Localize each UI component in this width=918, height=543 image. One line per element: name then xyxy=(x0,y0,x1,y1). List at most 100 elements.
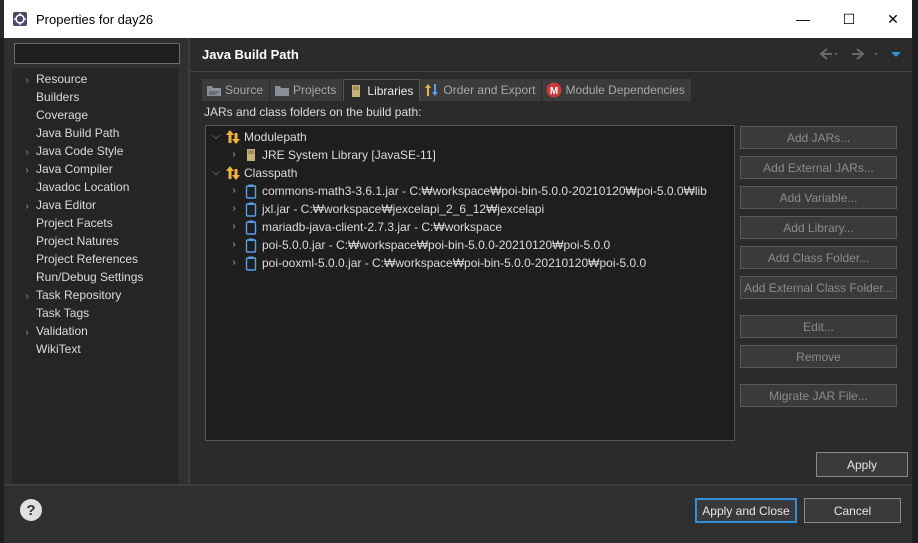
add-library-button[interactable]: Add Library... xyxy=(740,216,897,239)
nav-item[interactable]: Project Natures xyxy=(12,232,119,250)
chevron-right-icon[interactable]: › xyxy=(227,236,241,254)
tree-node-modulepath[interactable]: ⌵ Modulepath xyxy=(209,128,307,146)
add-class-folder-button[interactable]: Add Class Folder... xyxy=(740,246,897,269)
modulepath-icon xyxy=(225,129,241,145)
chevron-right-icon[interactable]: › xyxy=(227,218,241,236)
chevron-down-icon[interactable]: ⌵ xyxy=(209,164,223,182)
chevron-right-icon[interactable]: › xyxy=(227,254,241,272)
window-title: Properties for day26 xyxy=(36,11,154,27)
minimize-icon: — xyxy=(796,11,810,27)
tab-label: Projects xyxy=(293,83,337,97)
right-panel: Java Build Path Source Projects Librarie… xyxy=(190,38,912,484)
tab-libraries[interactable]: Libraries xyxy=(343,79,421,101)
help-icon[interactable]: ? xyxy=(20,499,42,521)
back-arrow-icon[interactable] xyxy=(812,46,838,65)
module-icon: M xyxy=(546,82,562,98)
nav-item-label: Task Repository xyxy=(36,288,122,302)
remove-button[interactable]: Remove xyxy=(740,345,897,368)
nav-item-label: Java Compiler xyxy=(36,162,113,176)
cancel-button[interactable]: Cancel xyxy=(804,498,901,523)
chevron-down-icon[interactable]: ⌵ xyxy=(209,128,223,146)
nav-item-label: Java Code Style xyxy=(36,144,124,158)
add-external-jars-button[interactable]: Add External JARs... xyxy=(740,156,897,179)
jar-file-icon xyxy=(243,237,259,253)
libraries-tree[interactable]: ⌵ Modulepath › JRE System Library [JavaS… xyxy=(205,125,735,441)
classpath-jar-entry[interactable]: › poi-5.0.0.jar - C:₩workspace₩poi-bin-5.… xyxy=(227,236,610,254)
jar-file-icon xyxy=(243,183,259,199)
chevron-right-icon[interactable]: › xyxy=(227,146,241,164)
classpath-jar-entry[interactable]: › mariadb-java-client-2.7.3.jar - C:₩work… xyxy=(227,218,502,236)
nav-item-label: Javadoc Location xyxy=(36,180,130,194)
tab-label: Libraries xyxy=(367,83,414,98)
nav-item[interactable]: WikiText xyxy=(12,340,81,358)
filter-input[interactable] xyxy=(14,43,180,64)
tab-order-and-export[interactable]: Order and Export xyxy=(420,79,543,101)
nav-item-label: WikiText xyxy=(36,342,81,356)
nav-item[interactable]: Task Tags xyxy=(12,304,89,322)
window-titlebar: Properties for day26 — ☐ ✕ xyxy=(0,0,912,38)
nav-item[interactable]: Project Facets xyxy=(12,214,113,232)
nav-item[interactable]: Java Build Path xyxy=(12,124,119,142)
build-path-label: JARs and class folders on the build path… xyxy=(204,105,422,119)
projects-folder-icon xyxy=(274,83,290,97)
page-header: Java Build Path xyxy=(190,38,912,72)
nav-item[interactable]: › Validation xyxy=(12,322,88,340)
tab-label: Order and Export xyxy=(443,83,536,97)
source-folder-icon xyxy=(206,83,222,97)
maximize-button[interactable]: ☐ xyxy=(826,0,872,38)
classpath-jar-entry[interactable]: › poi-ooxml-5.0.0.jar - C:₩workspace₩poi-… xyxy=(227,254,646,272)
classpath-jar-entry[interactable]: › jxl.jar - C:₩workspace₩jexcelapi_2_6_12… xyxy=(227,200,544,218)
classpath-jar-entry[interactable]: › commons-math3-3.6.1.jar - C:₩workspace₩… xyxy=(227,182,707,200)
chevron-right-icon[interactable]: › xyxy=(227,182,241,200)
jre-library-icon xyxy=(243,147,259,163)
migrate-jar-button[interactable]: Migrate JAR File... xyxy=(740,384,897,407)
nav-item-label: Task Tags xyxy=(36,306,90,320)
close-button[interactable]: ✕ xyxy=(870,0,916,38)
nav-item[interactable]: Coverage xyxy=(12,106,88,124)
tree-node-classpath[interactable]: ⌵ Classpath xyxy=(209,164,297,182)
tree-node-label: JRE System Library [JavaSE-11] xyxy=(262,148,436,162)
nav-item[interactable]: › Java Code Style xyxy=(12,142,123,160)
nav-item[interactable]: › Java Editor xyxy=(12,196,96,214)
nav-item[interactable]: › Java Compiler xyxy=(12,160,113,178)
nav-item[interactable]: › Resource xyxy=(12,70,87,88)
maximize-icon: ☐ xyxy=(842,10,856,27)
edit-button[interactable]: Edit... xyxy=(740,315,897,338)
nav-item[interactable]: › Task Repository xyxy=(12,286,121,304)
tree-node-label: jxl.jar - C:₩workspace₩jexcelapi_2_6_12₩… xyxy=(262,202,545,216)
order-export-icon xyxy=(424,83,440,97)
tree-node-label: poi-ooxml-5.0.0.jar - C:₩workspace₩poi-b… xyxy=(262,256,647,270)
tab-source[interactable]: Source xyxy=(202,79,271,101)
library-icon xyxy=(348,84,364,98)
nav-item-label: Builders xyxy=(36,90,80,104)
jar-file-icon xyxy=(243,201,259,217)
jar-file-icon xyxy=(243,219,259,235)
nav-item[interactable]: Project References xyxy=(12,250,138,268)
minimize-button[interactable]: — xyxy=(780,0,826,38)
chevron-right-icon[interactable]: › xyxy=(227,200,241,218)
add-external-class-folder-button[interactable]: Add External Class Folder... xyxy=(740,276,897,299)
svg-text:M: M xyxy=(550,86,558,97)
tab-projects[interactable]: Projects xyxy=(270,79,344,101)
tree-node-jre-library[interactable]: › JRE System Library [JavaSE-11] xyxy=(227,146,436,164)
add-jars-button[interactable]: Add JARs... xyxy=(740,126,897,149)
tree-node-label: Modulepath xyxy=(244,130,307,144)
tab-module-dependencies[interactable]: M Module Dependencies xyxy=(542,79,692,101)
nav-item[interactable]: Run/Debug Settings xyxy=(12,268,143,286)
nav-item[interactable]: Builders xyxy=(12,88,79,106)
add-variable-button[interactable]: Add Variable... xyxy=(740,186,897,209)
view-menu-chevron-icon[interactable] xyxy=(890,46,902,65)
nav-item-label: Java Editor xyxy=(36,198,97,212)
nav-item[interactable]: Javadoc Location xyxy=(12,178,129,196)
left-panel: › Resource Builders Coverage Java Build Path… xyxy=(10,41,188,484)
nav-item-label: Run/Debug Settings xyxy=(36,270,144,284)
nav-item-label: Resource xyxy=(36,72,88,86)
close-icon: ✕ xyxy=(887,10,899,27)
tree-node-label: poi-5.0.0.jar - C:₩workspace₩poi-bin-5.0… xyxy=(262,238,611,252)
forward-arrow-icon[interactable] xyxy=(850,46,880,65)
nav-item-label: Validation xyxy=(36,324,88,338)
apply-and-close-button[interactable]: Apply and Close xyxy=(695,498,797,523)
build-path-tabs: Source Projects Libraries Order and Expo… xyxy=(202,79,692,101)
nav-item-label: Coverage xyxy=(36,108,89,122)
apply-button[interactable]: Apply xyxy=(816,452,908,477)
